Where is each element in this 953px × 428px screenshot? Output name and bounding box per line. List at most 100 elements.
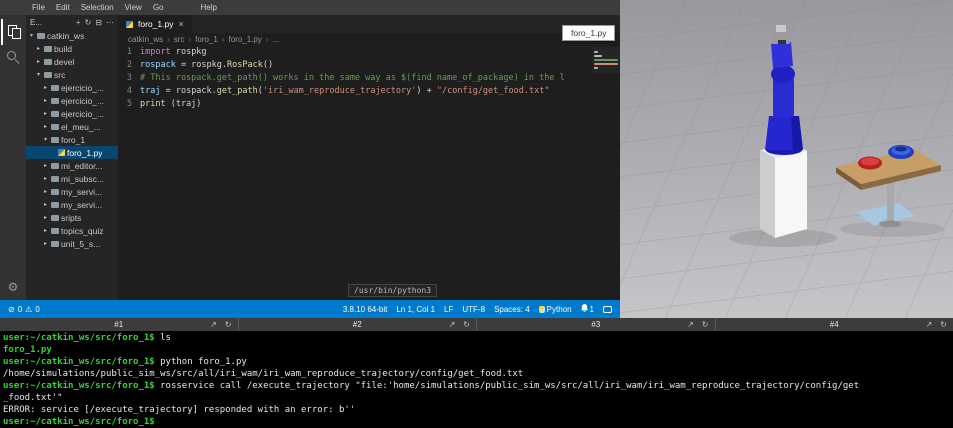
- tree-item-el-meu-[interactable]: ▸ el_meu_...: [26, 120, 118, 133]
- expand-icon[interactable]: ↗: [210, 320, 217, 329]
- tree-item-sripts[interactable]: ▸ sripts: [26, 211, 118, 224]
- tree-item-src[interactable]: ▾ src: [26, 68, 118, 81]
- tree-item-devel[interactable]: ▸ devel: [26, 55, 118, 68]
- terminal-text: /home/simulations/public_sim_ws/src/all/…: [3, 369, 524, 379]
- tree-item-label: sripts: [61, 212, 82, 223]
- tree-item-label: foro_1.py: [67, 147, 103, 158]
- new-file-icon[interactable]: +: [76, 18, 81, 27]
- gazebo-viewport[interactable]: [620, 0, 953, 318]
- chevron-right-icon: ▸: [43, 215, 47, 221]
- refresh-icon[interactable]: ↻: [85, 18, 92, 27]
- close-tab-icon[interactable]: ×: [178, 19, 183, 29]
- status-item[interactable]: Spaces: 4: [494, 305, 530, 314]
- terminal-line: ERROR: service [/execute_trajectory] res…: [3, 404, 950, 416]
- code-token: print: [140, 99, 166, 109]
- more-actions-icon[interactable]: ⋯: [106, 18, 114, 27]
- expand-icon[interactable]: ↗: [926, 320, 933, 329]
- code-token: # This rospack.get_path() works in the s…: [140, 73, 565, 83]
- code-token: traj: [140, 86, 161, 96]
- code-line: 5 print (traj): [118, 98, 620, 111]
- code-area[interactable]: 1 import rospkg 2 rospack = rospkg. RosPack(…: [118, 46, 620, 300]
- settings-gear-icon[interactable]: ⚙: [8, 280, 19, 294]
- gazebo-scene: [620, 0, 953, 318]
- chevron-right-icon: ▸: [43, 228, 47, 234]
- folder-icon: [51, 214, 59, 221]
- line-number: 1: [126, 47, 132, 57]
- menu-bar: File Edit Selection View Go Help: [0, 0, 620, 15]
- error-icon: ⊘: [8, 304, 15, 314]
- folder-icon: [51, 97, 59, 104]
- collapse-all-icon[interactable]: ⊟: [95, 18, 102, 27]
- tree-item-label: mi_subsc...: [61, 173, 104, 184]
- tree-item-my-servi-[interactable]: ▸ my_servi...: [26, 185, 118, 198]
- menu-selection[interactable]: Selection: [81, 3, 114, 12]
- menu-view[interactable]: View: [125, 3, 142, 12]
- tree-item-build[interactable]: ▸ build: [26, 42, 118, 55]
- tab-foro-1-py[interactable]: foro_1.py ×: [118, 15, 192, 33]
- explorer-icon-shape: [12, 28, 21, 39]
- bell-icon: [580, 304, 588, 314]
- search-icon[interactable]: [1, 45, 25, 71]
- menu-file[interactable]: File: [32, 3, 45, 12]
- line-number: 3: [126, 73, 132, 83]
- status-python[interactable]: Python: [538, 305, 572, 314]
- tree-item-topics-quiz[interactable]: ▸ topics_quiz: [26, 224, 118, 237]
- tree-item-label: ejercicio_...: [61, 82, 104, 93]
- tree-item-my-servi-[interactable]: ▸ my_servi...: [26, 198, 118, 211]
- terminal-tab-3[interactable]: #3 ↗ ↻: [477, 318, 716, 331]
- code-token: (traj): [165, 99, 202, 109]
- breadcrumb-item[interactable]: ...: [273, 35, 280, 44]
- minimap[interactable]: [592, 47, 620, 73]
- tree-item-unit-5-s-[interactable]: ▸ unit_5_s...: [26, 237, 118, 250]
- terminal-tab-1[interactable]: #1 ↗ ↻: [0, 318, 239, 331]
- breadcrumb-item[interactable]: src: [174, 35, 185, 44]
- menu-edit[interactable]: Edit: [56, 3, 70, 12]
- reload-icon[interactable]: ↻: [940, 320, 947, 329]
- terminal-tab-4[interactable]: #4 ↗ ↻: [716, 318, 953, 331]
- terminal-tab-2[interactable]: #2 ↗ ↻: [239, 318, 477, 331]
- tree-item-mi-editor-[interactable]: ▸ mi_editor...: [26, 159, 118, 172]
- tree-item-label: catkin_ws: [47, 30, 85, 41]
- folder-icon: [51, 201, 59, 208]
- editor: foro_1.py × catkin_ws › src › foro_1 › foro_1.…: [118, 15, 620, 300]
- expand-icon[interactable]: ↗: [687, 320, 694, 329]
- tree-item-foro-1[interactable]: ▾ foro_1: [26, 133, 118, 146]
- screencast-icon[interactable]: [603, 305, 612, 313]
- reload-icon[interactable]: ↻: [225, 320, 232, 329]
- notifications-bell[interactable]: 1: [580, 304, 594, 314]
- status-item[interactable]: LF: [444, 305, 453, 314]
- expand-icon[interactable]: ↗: [449, 320, 456, 329]
- status-item[interactable]: UTF-8: [462, 305, 485, 314]
- terminal[interactable]: user:~/catkin_ws/src/foro_1$ ls foro_1.py…: [0, 331, 953, 428]
- folder-icon: [51, 175, 59, 182]
- tab-bar: foro_1.py ×: [118, 15, 620, 33]
- breadcrumb-item[interactable]: foro_1.py: [229, 35, 262, 44]
- status-item[interactable]: 3.8.10 64-bit: [343, 305, 387, 314]
- breadcrumb-item[interactable]: catkin_ws: [128, 35, 163, 44]
- code-token: RosPack: [227, 60, 263, 70]
- status-item[interactable]: Ln 1, Col 1: [396, 305, 435, 314]
- menu-help[interactable]: Help: [200, 3, 216, 12]
- folder-icon: [51, 162, 59, 169]
- problems-indicator[interactable]: ⊘ 0 ⚠ 0: [8, 305, 40, 314]
- minimap-line: [594, 67, 598, 69]
- breadcrumb-item[interactable]: foro_1: [195, 35, 218, 44]
- interpreter-tooltip: /usr/bin/python3: [348, 284, 438, 297]
- code-token: (): [262, 60, 274, 70]
- explorer-icon[interactable]: [1, 19, 25, 45]
- tree-item-ejercicio-[interactable]: ▸ ejercicio_...: [26, 81, 118, 94]
- magnifier-handle: [14, 59, 20, 65]
- tree-item-mi-subsc-[interactable]: ▸ mi_subsc...: [26, 172, 118, 185]
- tree-item-ejercicio-[interactable]: ▸ ejercicio_...: [26, 94, 118, 107]
- activity-bar: ⚙: [0, 15, 26, 300]
- reload-icon[interactable]: ↻: [463, 320, 470, 329]
- tree-item-foro-1-py[interactable]: foro_1.py: [26, 146, 118, 159]
- minimap-line: [594, 63, 618, 65]
- menu-go[interactable]: Go: [153, 3, 164, 12]
- tree-item-ejercicio-[interactable]: ▸ ejercicio_...: [26, 107, 118, 120]
- vscode-window: File Edit Selection View Go Help ⚙ E... + ↻ ⊟…: [0, 0, 620, 318]
- reload-icon[interactable]: ↻: [702, 320, 709, 329]
- tree-item-catkin-ws[interactable]: ▾ catkin_ws: [26, 29, 118, 42]
- tree-item-label: el_meu_...: [61, 121, 101, 132]
- code-token: rospack: [140, 60, 176, 70]
